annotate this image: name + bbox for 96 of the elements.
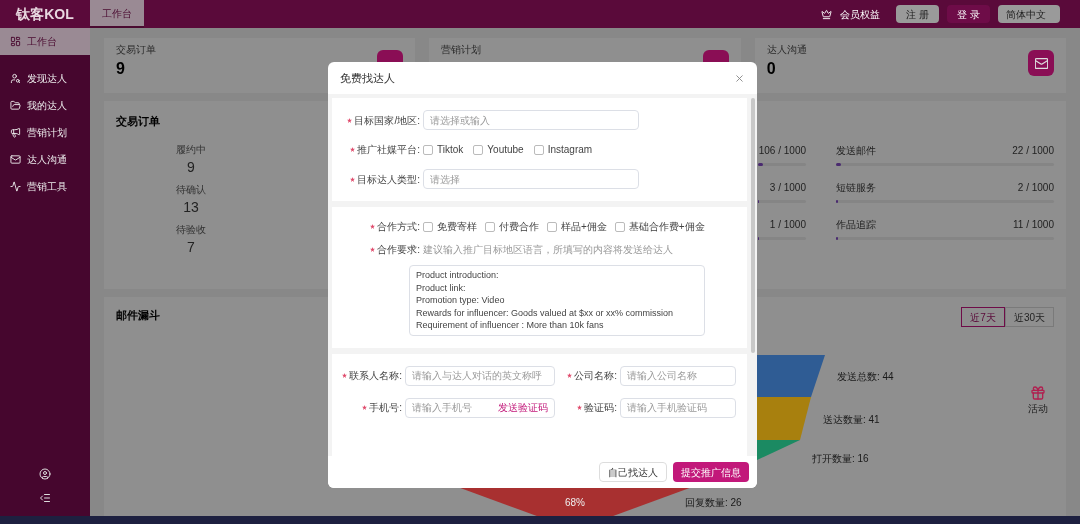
funnel-label: 回复数量: 26 xyxy=(685,497,742,508)
close-icon[interactable] xyxy=(734,72,745,84)
quota-reading: 106 / 1000 xyxy=(758,144,806,158)
input-field[interactable]: 请输入与达人对话的英文称呼 xyxy=(405,365,555,386)
checkbox-label: Tiktok xyxy=(437,143,464,157)
menu-icon[interactable] xyxy=(39,492,51,504)
quota-reading: 2 / 1000 xyxy=(1017,181,1054,195)
modal-title: 免费找达人 xyxy=(340,70,395,86)
funnel-label: 发送总数: 44 xyxy=(837,371,894,382)
input-field[interactable]: 请输入公司名称 xyxy=(620,365,736,386)
sidebar-item[interactable]: 我的达人 xyxy=(0,92,90,119)
checkbox[interactable] xyxy=(485,221,495,232)
login-button[interactable]: 登 录 xyxy=(947,5,990,23)
gift-icon[interactable] xyxy=(1030,385,1046,401)
dashboard-icon xyxy=(10,36,21,47)
checkbox[interactable] xyxy=(473,144,484,155)
checkbox-label: 免费寄样 xyxy=(437,220,477,234)
find-yourself-button[interactable]: 自己找达人 xyxy=(599,462,667,482)
range-tab[interactable]: 近7天 xyxy=(961,307,1005,327)
quota-reading: 22 / 1000 xyxy=(1012,144,1054,158)
textarea-line: Product introduction: xyxy=(416,269,500,282)
funnel-percent: 68% xyxy=(565,497,585,508)
field-hint: 建议输入推广目标地区语言，所填写的内容将发送给达人 xyxy=(423,243,673,257)
stat-value: 9 xyxy=(116,59,126,79)
textarea-line: Promotion type: Video xyxy=(416,294,506,307)
quota-label: 短链服务 xyxy=(836,181,876,195)
field-label: 合作要求: xyxy=(377,243,420,257)
sidebar-item[interactable]: 发现达人 xyxy=(0,65,90,92)
membership-link[interactable]: 会员权益 xyxy=(840,6,881,22)
textarea-line: Product link: xyxy=(416,281,467,294)
activity-label[interactable]: 活动 xyxy=(1028,401,1048,416)
input-field[interactable]: 请输入手机验证码 xyxy=(620,397,736,418)
range-tab[interactable]: 近30天 xyxy=(1004,307,1054,327)
field-label: 目标达人类型: xyxy=(357,172,420,187)
quota-label: 作品追踪 xyxy=(836,218,876,232)
stat-number: 13 xyxy=(183,197,199,217)
input-field[interactable]: 请选择或输入 xyxy=(423,110,639,130)
card-title: 交易订单 xyxy=(116,114,160,129)
send-code-link[interactable]: 发送验证码 xyxy=(498,400,548,415)
quota-reading: 11 / 1000 xyxy=(1013,218,1054,232)
field-label: 公司名称: xyxy=(574,369,617,383)
quota-label: 发送邮件 xyxy=(836,144,876,158)
stat-label: 履约中 xyxy=(176,142,206,157)
checkbox-label: 付费合作 xyxy=(499,220,539,234)
stat-value: 0 xyxy=(766,59,777,79)
folder-icon xyxy=(10,100,21,111)
card-title: 邮件漏斗 xyxy=(116,308,160,323)
field-label: 合作方式: xyxy=(377,220,420,234)
submit-button[interactable]: 提交推广信息 xyxy=(673,462,749,482)
field-label: 联系人名称: xyxy=(349,369,402,383)
checkbox[interactable] xyxy=(423,144,433,155)
stat-label: 待确认 xyxy=(176,182,206,197)
field-label: 推广社媒平台: xyxy=(357,143,420,157)
language-select[interactable]: 简体中文 xyxy=(998,5,1060,23)
requirement-textarea[interactable]: Product introduction: Product link: Promotion type: Video Rewards for influencer: Goods valued at $xx or xx% commission Requirement of influencer : More than 10k fans xyxy=(409,265,705,336)
checkbox[interactable] xyxy=(533,144,544,155)
field-label: 验证码: xyxy=(584,401,617,415)
field-label: 手机号: xyxy=(369,401,402,415)
stat-title: 营销计划 xyxy=(441,43,482,57)
stat-number: 9 xyxy=(187,157,195,177)
funnel-label: 打开数量: 16 xyxy=(812,452,869,464)
checkbox-label: Instagram xyxy=(547,143,593,157)
stat-label: 待验收 xyxy=(176,222,206,237)
checkbox-label: 基础合作费+佣金 xyxy=(628,220,705,234)
mail-icon xyxy=(1034,56,1048,70)
crown-icon xyxy=(821,8,833,20)
stat-icon-button[interactable] xyxy=(1028,50,1054,76)
sidebar-item[interactable]: 营销计划 xyxy=(0,119,90,146)
checkbox[interactable] xyxy=(423,221,433,232)
textarea-line: Rewards for influencer: Goods valued at $xx or xx% commission xyxy=(416,306,675,319)
mail-icon xyxy=(10,154,21,165)
register-button[interactable]: 注 册 xyxy=(896,5,940,23)
sidebar-item[interactable]: 工作台 xyxy=(0,28,90,55)
input-field[interactable]: 请选择 xyxy=(423,169,639,189)
checkbox-label: Youtube xyxy=(487,143,524,157)
checkbox[interactable] xyxy=(614,221,625,232)
sidebar-item[interactable]: 营销工具 xyxy=(0,173,90,200)
textarea-line: Requirement of influencer : More than 10k fans xyxy=(416,319,605,332)
sidebar-item[interactable]: 达人沟通 xyxy=(0,146,90,173)
quota-reading: 3 / 1000 xyxy=(769,181,806,195)
user-search-icon xyxy=(10,73,21,84)
quota-reading: 1 / 1000 xyxy=(769,218,806,232)
stat-title: 达人沟通 xyxy=(766,43,807,57)
placeholder-text: 请输入手机号 xyxy=(412,401,472,415)
checkbox-label: 样品+佣金 xyxy=(561,220,607,234)
phone-field[interactable]: 请输入手机号 发送验证码 xyxy=(405,397,555,418)
checkbox[interactable] xyxy=(547,221,557,232)
megaphone-icon xyxy=(10,127,21,138)
nav-tab[interactable]: 工作台 xyxy=(90,0,144,28)
field-label: 目标国家/地区: xyxy=(354,113,420,128)
user-icon[interactable] xyxy=(39,468,51,480)
stat-title: 交易订单 xyxy=(116,43,156,57)
funnel-label: 送达数量: 41 xyxy=(823,413,880,425)
logo: 钛客KOL xyxy=(16,4,74,24)
pulse-icon xyxy=(10,181,21,192)
stat-number: 7 xyxy=(187,237,195,257)
